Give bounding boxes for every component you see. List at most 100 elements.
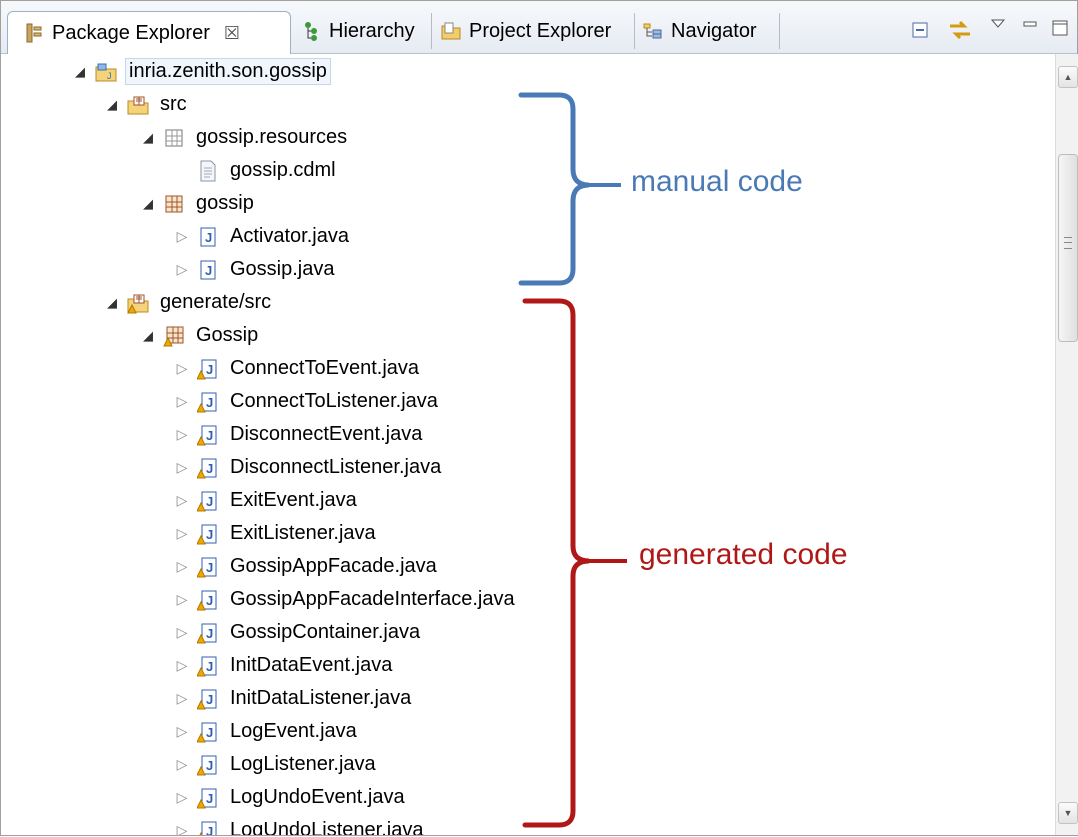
tab-label: Project Explorer <box>469 19 612 42</box>
svg-text:J: J <box>206 428 213 443</box>
tree-item[interactable]: gossip.cdml <box>173 155 339 186</box>
svg-text:J: J <box>206 824 213 836</box>
expanded-twisty-icon[interactable]: ◢ <box>103 295 121 311</box>
svg-text:J: J <box>206 791 213 806</box>
tree-item[interactable]: ◢ Gossip <box>139 320 261 351</box>
svg-text:J: J <box>206 725 213 740</box>
java-file-warning-icon: J <box>197 655 219 677</box>
tree-item[interactable]: ▷ J LogListener.java <box>173 749 379 780</box>
collapsed-twisty-icon[interactable]: ▷ <box>173 789 191 806</box>
svg-text:J: J <box>206 461 213 476</box>
scrollbar-thumb[interactable] <box>1058 154 1078 342</box>
tree-item[interactable]: ▷ J ExitEvent.java <box>173 485 360 516</box>
file-icon <box>197 160 219 182</box>
collapsed-twisty-icon[interactable]: ▷ <box>173 459 191 476</box>
collapse-all-icon[interactable] <box>907 17 933 43</box>
java-file-warning-icon: J <box>197 589 219 611</box>
tab-navigator[interactable]: Navigator <box>643 10 757 52</box>
java-file-warning-icon: J <box>197 787 219 809</box>
collapsed-twisty-icon[interactable]: ▷ <box>173 426 191 443</box>
tree-item[interactable]: ◢ generate/src <box>103 287 274 318</box>
collapsed-twisty-icon[interactable]: ▷ <box>173 393 191 410</box>
tree-item[interactable]: ▷ J InitDataEvent.java <box>173 650 395 681</box>
tab-label: Hierarchy <box>329 19 415 42</box>
tab-label: Navigator <box>671 19 757 42</box>
svg-text:J: J <box>206 692 213 707</box>
collapsed-twisty-icon[interactable]: ▷ <box>173 657 191 674</box>
java-file-warning-icon: J <box>197 688 219 710</box>
tree-item[interactable]: ▷ J LogEvent.java <box>173 716 360 747</box>
tab-project-explorer[interactable]: Project Explorer <box>441 10 611 52</box>
expanded-twisty-icon[interactable]: ◢ <box>139 130 157 146</box>
collapsed-twisty-icon[interactable]: ▷ <box>173 822 191 835</box>
package-icon <box>163 193 185 215</box>
tree-item-label: gossip <box>196 192 254 214</box>
collapsed-twisty-icon[interactable]: ▷ <box>173 228 191 245</box>
svg-text:J: J <box>205 230 212 245</box>
scroll-up-arrow-icon[interactable]: ▲ <box>1058 66 1078 88</box>
close-tab-icon[interactable]: ☒ <box>224 23 240 44</box>
maximize-icon[interactable] <box>1047 15 1073 41</box>
scroll-down-arrow-icon[interactable]: ▼ <box>1058 802 1078 824</box>
tree-item[interactable]: ▷ J InitDataListener.java <box>173 683 414 714</box>
package-tree: ◢ Jinria.zenith.son.gossip ◢ src ◢ gossip.res… <box>1 54 1055 835</box>
collapsed-twisty-icon[interactable]: ▷ <box>173 756 191 773</box>
java-file-warning-icon: J <box>197 523 219 545</box>
java-file-icon: J <box>197 226 219 248</box>
tree-item[interactable]: ◢ gossip <box>139 188 257 219</box>
collapsed-twisty-icon[interactable]: ▷ <box>173 360 191 377</box>
collapsed-twisty-icon[interactable]: ▷ <box>173 723 191 740</box>
tree-item[interactable]: ◢ src <box>103 89 190 120</box>
scrollbar-grip-icon <box>1064 237 1072 249</box>
tree-item[interactable]: ▷ J GossipContainer.java <box>173 617 423 648</box>
tree-item[interactable]: ▷ J GossipAppFacade.java <box>173 551 440 582</box>
collapsed-twisty-icon[interactable]: ▷ <box>173 591 191 608</box>
link-with-editor-icon[interactable] <box>947 17 973 43</box>
vertical-scrollbar[interactable]: ▲ ▼ <box>1055 54 1078 835</box>
tree-item-label: DisconnectEvent.java <box>230 423 423 445</box>
tab-separator <box>779 13 780 49</box>
tree-item[interactable]: ▷ J GossipAppFacadeInterface.java <box>173 584 518 615</box>
expanded-twisty-icon[interactable]: ◢ <box>139 196 157 212</box>
generated-code-label: generated code <box>639 538 848 571</box>
package-explorer-view: Package Explorer ☒ Hierarchy Project Exp… <box>0 0 1078 836</box>
project-explorer-icon <box>441 21 461 41</box>
tree-item-label: LogEvent.java <box>230 720 357 742</box>
tree-item[interactable]: ◢ gossip.resources <box>139 122 350 153</box>
tree-item[interactable]: ▷ J Activator.java <box>173 221 352 252</box>
collapsed-twisty-icon[interactable]: ▷ <box>173 690 191 707</box>
tab-hierarchy[interactable]: Hierarchy <box>301 10 415 52</box>
tree-item-label: ConnectToEvent.java <box>230 357 420 379</box>
minimize-icon[interactable] <box>1017 11 1043 37</box>
tree-item[interactable]: ▷ J ConnectToListener.java <box>173 386 441 417</box>
collapsed-twisty-icon[interactable]: ▷ <box>173 558 191 575</box>
expanded-twisty-icon[interactable]: ◢ <box>103 97 121 113</box>
tree-item-label: LogListener.java <box>230 753 376 775</box>
expanded-twisty-icon[interactable]: ◢ <box>139 328 157 344</box>
collapsed-twisty-icon[interactable]: ▷ <box>173 261 191 278</box>
collapsed-twisty-icon[interactable]: ▷ <box>173 492 191 509</box>
manual-code-label: manual code <box>631 165 803 198</box>
java-file-warning-icon: J <box>197 721 219 743</box>
java-file-warning-icon: J <box>197 391 219 413</box>
hierarchy-icon <box>301 21 321 41</box>
tree-item[interactable]: ▷ J ConnectToEvent.java <box>173 353 422 384</box>
tree-item-label: GossipAppFacadeInterface.java <box>230 588 515 610</box>
view-menu-icon[interactable] <box>985 11 1011 37</box>
tree-item-label: GossipContainer.java <box>230 621 421 643</box>
svg-text:J: J <box>206 494 213 509</box>
tree-item[interactable]: ▷ J DisconnectEvent.java <box>173 419 425 450</box>
collapsed-twisty-icon[interactable]: ▷ <box>173 525 191 542</box>
tree-item[interactable]: ▷ J LogUndoListener.java <box>173 815 426 835</box>
expanded-twisty-icon[interactable]: ◢ <box>71 64 89 80</box>
tree-item[interactable]: ▷ J Gossip.java <box>173 254 338 285</box>
package-warning-icon <box>163 325 185 347</box>
tab-package-explorer[interactable]: Package Explorer ☒ <box>7 11 291 54</box>
svg-text:J: J <box>206 659 213 674</box>
tree-item[interactable]: ◢ Jinria.zenith.son.gossip <box>71 56 331 87</box>
tree-item[interactable]: ▷ J LogUndoEvent.java <box>173 782 408 813</box>
package-explorer-icon <box>24 23 44 43</box>
tree-item[interactable]: ▷ J DisconnectListener.java <box>173 452 444 483</box>
tree-item[interactable]: ▷ J ExitListener.java <box>173 518 379 549</box>
collapsed-twisty-icon[interactable]: ▷ <box>173 624 191 641</box>
